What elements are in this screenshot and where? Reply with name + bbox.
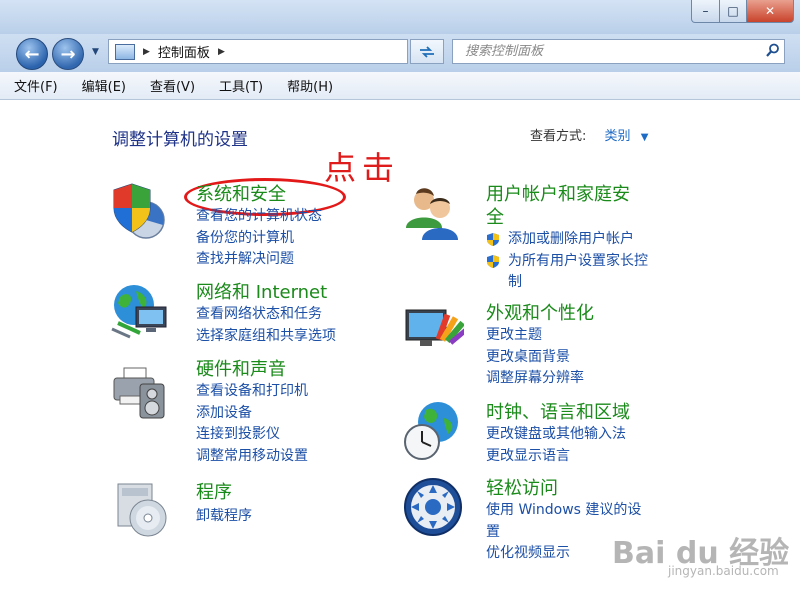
breadcrumb-control-panel[interactable]: 控制面板: [158, 42, 210, 61]
search-box[interactable]: [452, 39, 785, 64]
shield-pie-icon[interactable]: [110, 182, 172, 244]
link-display-language[interactable]: 更改显示语言: [486, 446, 626, 468]
refresh-icon: [420, 45, 434, 58]
users-icon[interactable]: [402, 182, 464, 244]
menu-bar: 文件(F) 编辑(E) 查看(V) 工具(T) 帮助(H): [0, 72, 800, 100]
programs-disc-icon[interactable]: [110, 478, 172, 540]
category-network-links: 查看网络状态和任务 选择家庭组和共享选项: [196, 304, 336, 347]
back-button[interactable]: ←: [16, 38, 48, 70]
menu-help[interactable]: 帮助(H): [287, 76, 333, 95]
chevron-right-icon[interactable]: ▶: [218, 47, 225, 57]
baidu-watermark-url: jingyan.baidu.com: [668, 564, 779, 578]
minimize-button[interactable]: –: [691, 0, 720, 23]
link-uninstall-program[interactable]: 卸载程序: [196, 506, 252, 528]
link-network-status[interactable]: 查看网络状态和任务: [196, 304, 336, 326]
category-hardware-title[interactable]: 硬件和声音: [196, 358, 286, 381]
category-user-accounts-title[interactable]: 用户帐户和家庭安 全: [486, 183, 630, 229]
link-add-remove-accounts[interactable]: 添加或删除用户帐户: [486, 229, 648, 251]
link-devices-printers[interactable]: 查看设备和打印机: [196, 381, 308, 403]
view-by-dropdown[interactable]: 类别: [605, 129, 631, 144]
link-mobility-settings[interactable]: 调整常用移动设置: [196, 446, 308, 468]
category-programs-links: 卸载程序: [196, 506, 252, 528]
search-input[interactable]: [463, 43, 762, 60]
category-network-title[interactable]: 网络和 Internet: [196, 281, 327, 304]
menu-edit[interactable]: 编辑(E): [82, 76, 126, 95]
link-homegroup-sharing[interactable]: 选择家庭组和共享选项: [196, 326, 336, 348]
link-keyboard-input[interactable]: 更改键盘或其他输入法: [486, 424, 626, 446]
menu-tools[interactable]: 工具(T): [219, 76, 263, 95]
recent-pages-dropdown-icon[interactable]: ▼: [92, 47, 99, 57]
uac-shield-icon: [487, 254, 499, 268]
printer-speaker-icon[interactable]: [110, 362, 172, 424]
link-parental-controls[interactable]: 为所有用户设置家长控: [486, 251, 648, 273]
annotation-click-text: 点击: [324, 149, 401, 187]
category-system-security-title[interactable]: 系统和安全: [196, 183, 286, 206]
link-find-fix-problems[interactable]: 查找并解决问题: [196, 249, 322, 271]
page-title: 调整计算机的设置: [112, 130, 248, 150]
link-connect-projector[interactable]: 连接到投影仪: [196, 424, 308, 446]
maximize-button[interactable]: □: [720, 0, 747, 23]
refresh-button[interactable]: [410, 39, 444, 64]
link-change-theme[interactable]: 更改主题: [486, 325, 584, 347]
view-by-label: 查看方式:: [530, 129, 587, 144]
search-icon[interactable]: [762, 43, 784, 61]
link-parental-controls-cont[interactable]: 制: [486, 272, 648, 294]
chevron-down-icon[interactable]: ▼: [641, 132, 649, 143]
address-bar[interactable]: ▶ 控制面板 ▶: [108, 39, 408, 64]
link-add-device[interactable]: 添加设备: [196, 403, 308, 425]
forward-button[interactable]: →: [52, 38, 84, 70]
link-view-computer-status[interactable]: 查看您的计算机状态: [196, 206, 322, 228]
menu-file[interactable]: 文件(F): [14, 76, 58, 95]
window-controls: – □ ✕: [691, 0, 794, 23]
close-button[interactable]: ✕: [747, 0, 794, 23]
control-panel-icon: [115, 43, 135, 60]
monitor-palette-icon[interactable]: [402, 300, 468, 362]
view-by: 查看方式: 类别 ▼: [530, 125, 648, 144]
category-appearance-title[interactable]: 外观和个性化: [486, 302, 594, 325]
ease-of-access-icon[interactable]: [402, 476, 464, 538]
category-clock-title[interactable]: 时钟、语言和区域: [486, 401, 630, 424]
uac-shield-icon: [487, 233, 499, 246]
link-backup-computer[interactable]: 备份您的计算机: [196, 228, 322, 250]
category-programs-title[interactable]: 程序: [196, 481, 232, 504]
category-system-security-links: 查看您的计算机状态 备份您的计算机 查找并解决问题: [196, 206, 322, 271]
menu-view[interactable]: 查看(V): [150, 76, 195, 95]
category-user-accounts-title-line1[interactable]: 用户帐户和家庭安: [486, 183, 630, 206]
category-ease-title[interactable]: 轻松访问: [486, 477, 558, 500]
link-screen-resolution[interactable]: 调整屏幕分辨率: [486, 368, 584, 390]
category-user-accounts-links: 添加或删除用户帐户 为所有用户设置家长控 制: [486, 229, 648, 294]
category-appearance-links: 更改主题 更改桌面背景 调整屏幕分辨率: [486, 325, 584, 390]
content-area: 调整计算机的设置 查看方式: 类别 ▼ 点击 系统和安全 查看您的计算机状态 备…: [0, 100, 800, 600]
title-bar: – □ ✕: [0, 0, 800, 34]
chevron-right-icon[interactable]: ▶: [143, 47, 150, 57]
link-windows-suggest-settings[interactable]: 使用 Windows 建议的设: [486, 500, 641, 522]
link-desktop-background[interactable]: 更改桌面背景: [486, 347, 584, 369]
navigation-bar: ← → ▼ ▶ 控制面板 ▶: [0, 34, 800, 72]
globe-network-icon[interactable]: [110, 283, 172, 345]
category-clock-links: 更改键盘或其他输入法 更改显示语言: [486, 424, 626, 467]
category-user-accounts-title-line2[interactable]: 全: [486, 206, 630, 229]
category-hardware-links: 查看设备和打印机 添加设备 连接到投影仪 调整常用移动设置: [196, 381, 308, 467]
clock-globe-icon[interactable]: [402, 400, 464, 462]
